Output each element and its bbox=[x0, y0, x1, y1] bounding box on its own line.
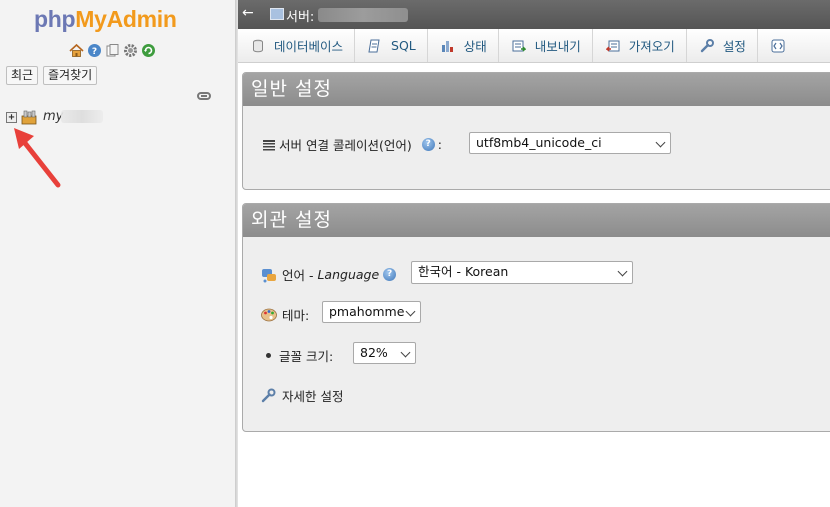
collapse-nav-arrow-icon[interactable]: ← bbox=[242, 5, 254, 21]
chevron-down-icon bbox=[617, 266, 628, 277]
theme-select-value: pmahomme bbox=[329, 304, 405, 319]
wrench-icon bbox=[261, 388, 276, 403]
recent-tables-button[interactable]: 최근 bbox=[6, 66, 39, 85]
status-icon bbox=[441, 39, 455, 53]
collation-help-icon[interactable]: ? bbox=[421, 138, 435, 151]
reload-icon[interactable] bbox=[141, 43, 156, 58]
collation-select-value: utf8mb4_unicode_ci bbox=[476, 135, 602, 150]
link-with-main-panel-icon[interactable] bbox=[197, 92, 211, 100]
font-size-select[interactable]: 82% bbox=[353, 342, 416, 364]
red-pointer-arrow-icon bbox=[14, 128, 61, 188]
redacted-database-name bbox=[61, 110, 103, 123]
theme-select[interactable]: pmahomme bbox=[322, 301, 421, 323]
language-label: 언어 - bbox=[282, 268, 318, 283]
tab-sql-label: SQL bbox=[391, 38, 416, 53]
language-row: 언어 - Language ? bbox=[261, 265, 397, 284]
tab-status[interactable]: 상태 bbox=[428, 29, 499, 62]
palette-icon bbox=[261, 308, 277, 322]
language-label-italic: Language bbox=[317, 267, 380, 282]
help-icon[interactable]: ? bbox=[87, 43, 102, 58]
appearance-settings-panel: 외관 설정 언어 - Language ? 한국어 - Korean 테마: p… bbox=[242, 203, 830, 432]
tab-more[interactable] bbox=[758, 29, 805, 62]
panel-resize-handle[interactable] bbox=[235, 0, 238, 507]
favorite-tables-button[interactable]: 즐겨찾기 bbox=[43, 66, 98, 85]
tab-status-label: 상태 bbox=[463, 39, 487, 54]
collation-colon: : bbox=[437, 137, 442, 152]
font-size-select-value: 82% bbox=[360, 345, 388, 360]
tab-databases-label: 데이터베이스 bbox=[274, 39, 344, 54]
bullet-icon bbox=[266, 353, 271, 358]
tab-settings[interactable]: 설정 bbox=[687, 29, 758, 62]
tab-import[interactable]: 가져오기 bbox=[593, 29, 687, 62]
more-icon bbox=[771, 39, 785, 53]
settings-icon[interactable] bbox=[123, 43, 138, 58]
svg-text:?: ? bbox=[92, 47, 97, 57]
theme-label: 테마: bbox=[282, 308, 310, 323]
nav-icon-bar: ? bbox=[69, 43, 156, 58]
font-size-label: 글꼴 크기: bbox=[279, 349, 334, 364]
server-icon bbox=[270, 8, 284, 20]
export-icon bbox=[512, 39, 527, 53]
tab-settings-label: 설정 bbox=[722, 39, 746, 54]
chevron-down-icon bbox=[655, 137, 666, 148]
main-tab-bar: 데이터베이스 SQL 상태 내보내기 가져오기 설정 bbox=[238, 29, 830, 63]
collation-icon bbox=[263, 139, 275, 151]
breadcrumb-server[interactable]: 서버: bbox=[286, 6, 314, 25]
general-settings-panel: 일반 설정 서버 연결 콜레이션(언어) ? : utf8mb4_unicode… bbox=[242, 72, 830, 190]
redacted-server-name bbox=[318, 8, 408, 22]
logo-php-text: php bbox=[34, 6, 76, 32]
font-size-row: 글꼴 크기: bbox=[266, 346, 333, 365]
chevron-down-icon bbox=[400, 347, 411, 358]
collation-label: 서버 연결 콜레이션(언어) bbox=[279, 138, 412, 153]
docs-icon[interactable] bbox=[105, 43, 120, 58]
sql-icon bbox=[368, 39, 382, 53]
tab-export-label: 내보내기 bbox=[534, 39, 581, 54]
theme-row: 테마: bbox=[261, 305, 309, 324]
language-icon bbox=[261, 267, 277, 283]
collation-select[interactable]: utf8mb4_unicode_ci bbox=[469, 132, 671, 154]
more-settings-label: 자세한 설정 bbox=[282, 389, 344, 404]
collation-row: 서버 연결 콜레이션(언어) ? : bbox=[263, 135, 442, 154]
tab-sql[interactable]: SQL bbox=[355, 29, 428, 62]
tab-export[interactable]: 내보내기 bbox=[499, 29, 593, 62]
wrench-icon bbox=[700, 38, 714, 53]
logo-myadmin-text: MyAdmin bbox=[75, 6, 177, 32]
import-icon bbox=[605, 39, 620, 53]
chevron-down-icon bbox=[405, 306, 416, 317]
tab-databases[interactable]: 데이터베이스 bbox=[238, 29, 356, 62]
tab-import-label: 가져오기 bbox=[628, 39, 675, 54]
phpmyadmin-logo[interactable]: phpMyAdmin bbox=[34, 6, 177, 33]
language-select-value: 한국어 - Korean bbox=[418, 264, 509, 279]
home-icon[interactable] bbox=[69, 43, 84, 58]
general-settings-title: 일반 설정 bbox=[243, 73, 830, 106]
database-icon bbox=[251, 39, 265, 53]
language-select[interactable]: 한국어 - Korean bbox=[411, 261, 633, 284]
more-settings-link[interactable]: 자세한 설정 bbox=[261, 386, 343, 405]
language-help-icon[interactable]: ? bbox=[383, 268, 397, 281]
appearance-settings-title: 외관 설정 bbox=[243, 204, 830, 237]
navigation-panel: phpMyAdmin ? 최근 즐겨찾기 + my bbox=[0, 0, 235, 507]
top-breadcrumb-bar: ← 서버: bbox=[238, 0, 830, 29]
